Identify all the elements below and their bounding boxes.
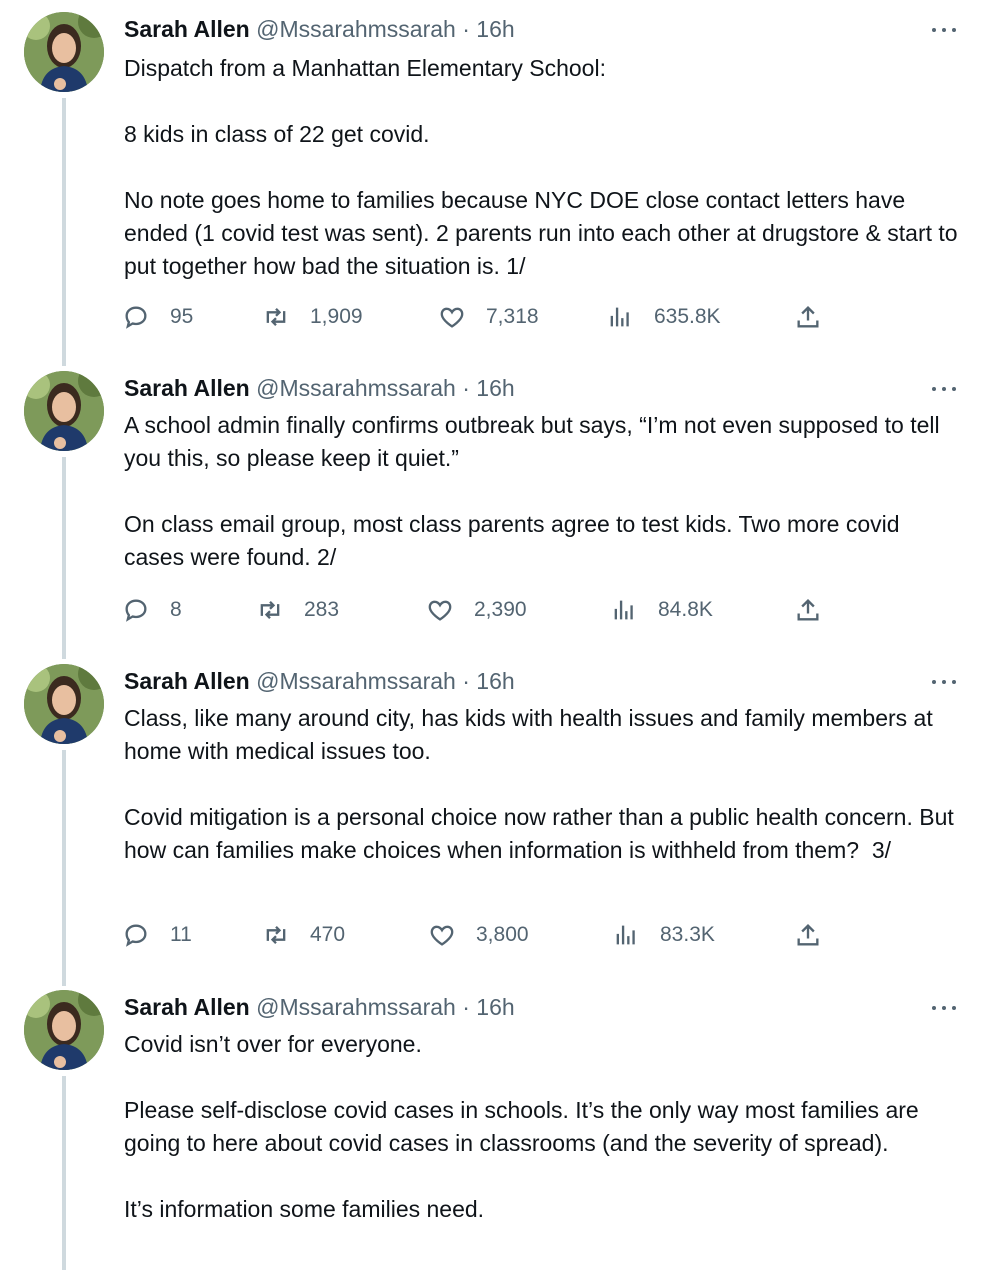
share-button[interactable] <box>794 920 822 950</box>
reply-button[interactable]: 11 <box>122 920 192 950</box>
retweet-icon <box>266 926 286 944</box>
author-name[interactable]: Sarah Allen <box>124 994 250 1020</box>
like-count: 7,318 <box>486 305 539 328</box>
like-count: 2,390 <box>474 598 527 621</box>
author-handle[interactable]: @Mssarahmssarah <box>256 994 456 1020</box>
tweet-text: Class, like many around city, has kids w… <box>124 702 960 867</box>
separator: · <box>462 16 470 42</box>
avatar[interactable] <box>24 371 104 451</box>
views-button[interactable]: 635.8K <box>606 302 721 332</box>
tweet[interactable]: Sarah Allen @Mssarahmssarah · 16h Class,… <box>0 664 988 986</box>
avatar[interactable] <box>24 12 104 92</box>
view-count: 635.8K <box>654 305 721 328</box>
like-button[interactable]: 3,800 <box>428 920 529 950</box>
author-handle[interactable]: @Mssarahmssarah <box>256 668 456 694</box>
author-handle[interactable]: @Mssarahmssarah <box>256 375 456 401</box>
reply-icon <box>125 306 147 329</box>
share-icon <box>797 924 819 946</box>
retweet-count: 283 <box>304 598 340 621</box>
reply-icon <box>125 924 147 947</box>
reply-icon <box>125 599 147 622</box>
avatar[interactable] <box>24 664 104 744</box>
like-count: 3,800 <box>476 923 529 946</box>
tweet-paragraph: Dispatch from a Manhattan Elementary Sch… <box>124 55 606 81</box>
tweet-paragraph: Covid mitigation is a personal choice no… <box>124 804 961 863</box>
more-icon[interactable] <box>932 670 956 694</box>
share-button[interactable] <box>794 595 822 625</box>
view-count: 84.8K <box>658 598 713 621</box>
tweet-paragraph: Covid isn’t over for everyone. <box>124 1031 422 1057</box>
thread-connector <box>62 98 66 366</box>
author-name[interactable]: Sarah Allen <box>124 668 250 694</box>
more-icon[interactable] <box>932 377 956 401</box>
retweet-button[interactable]: 283 <box>256 595 339 625</box>
thread-connector <box>62 750 66 986</box>
tweet-actions: 95 1,909 7,318 635.8K <box>122 302 842 332</box>
views-icon <box>610 307 629 327</box>
views-icon <box>616 925 635 945</box>
tweet-header: Sarah Allen @Mssarahmssarah · 16h <box>124 992 928 1022</box>
like-button[interactable]: 7,318 <box>438 302 539 332</box>
timestamp[interactable]: 16h <box>476 668 514 694</box>
avatar[interactable] <box>24 990 104 1070</box>
thread-connector <box>62 1076 66 1270</box>
tweet-thread: Sarah Allen @Mssarahmssarah · 16h Dispat… <box>0 0 988 1270</box>
tweet-text: Covid isn’t over for everyone. Please se… <box>124 1028 960 1226</box>
tweet-text: A school admin finally confirms outbreak… <box>124 409 960 574</box>
reply-count: 11 <box>170 923 192 946</box>
tweet-paragraph: 8 kids in class of 22 get covid. <box>124 121 430 147</box>
tweet-paragraph: It’s information some families need. <box>124 1196 485 1222</box>
reply-button[interactable]: 8 <box>122 595 182 625</box>
tweet-paragraph: Please self-disclose covid cases in scho… <box>124 1097 926 1156</box>
tweet[interactable]: Sarah Allen @Mssarahmssarah · 16h A scho… <box>0 371 988 659</box>
timestamp[interactable]: 16h <box>476 375 514 401</box>
reply-count: 8 <box>170 598 182 621</box>
tweet-text: Dispatch from a Manhattan Elementary Sch… <box>124 52 960 283</box>
tweet[interactable]: Sarah Allen @Mssarahmssarah · 16h Covid … <box>0 990 988 1270</box>
more-icon[interactable] <box>932 996 956 1020</box>
author-name[interactable]: Sarah Allen <box>124 16 250 42</box>
timestamp[interactable]: 16h <box>476 16 514 42</box>
share-icon <box>797 306 819 328</box>
tweet-paragraph: No note goes home to families because NY… <box>124 187 964 279</box>
tweet-header: Sarah Allen @Mssarahmssarah · 16h <box>124 373 928 403</box>
tweet-header: Sarah Allen @Mssarahmssarah · 16h <box>124 666 928 696</box>
reply-count: 95 <box>170 305 194 328</box>
retweet-button[interactable]: 1,909 <box>262 302 363 332</box>
tweet-paragraph: On class email group, most class parents… <box>124 511 906 570</box>
author-name[interactable]: Sarah Allen <box>124 375 250 401</box>
tweet-paragraph: A school admin finally confirms outbreak… <box>124 412 947 471</box>
thread-connector <box>62 457 66 659</box>
heart-icon <box>430 925 454 946</box>
views-icon <box>614 600 633 620</box>
reply-button[interactable]: 95 <box>122 302 193 332</box>
tweet-paragraph: Class, like many around city, has kids w… <box>124 705 940 764</box>
separator: · <box>462 994 470 1020</box>
views-button[interactable]: 84.8K <box>610 595 713 625</box>
retweet-icon <box>260 601 280 619</box>
retweet-button[interactable]: 470 <box>262 920 345 950</box>
share-icon <box>797 599 819 621</box>
retweet-count: 1,909 <box>310 305 363 328</box>
heart-icon <box>428 600 452 621</box>
view-count: 83.3K <box>660 923 715 946</box>
tweet-actions: 11 470 3,800 83.3K <box>122 920 842 950</box>
views-button[interactable]: 83.3K <box>612 920 715 950</box>
tweet-actions: 8 283 2,390 84.8K <box>122 595 842 625</box>
timestamp[interactable]: 16h <box>476 994 514 1020</box>
retweet-icon <box>266 308 286 326</box>
more-icon[interactable] <box>932 18 956 42</box>
share-button[interactable] <box>794 302 822 332</box>
heart-icon <box>440 307 464 328</box>
author-handle[interactable]: @Mssarahmssarah <box>256 16 456 42</box>
tweet[interactable]: Sarah Allen @Mssarahmssarah · 16h Dispat… <box>0 12 988 366</box>
tweet-header: Sarah Allen @Mssarahmssarah · 16h <box>124 14 928 44</box>
separator: · <box>462 668 470 694</box>
like-button[interactable]: 2,390 <box>426 595 527 625</box>
retweet-count: 470 <box>310 923 346 946</box>
separator: · <box>462 375 470 401</box>
